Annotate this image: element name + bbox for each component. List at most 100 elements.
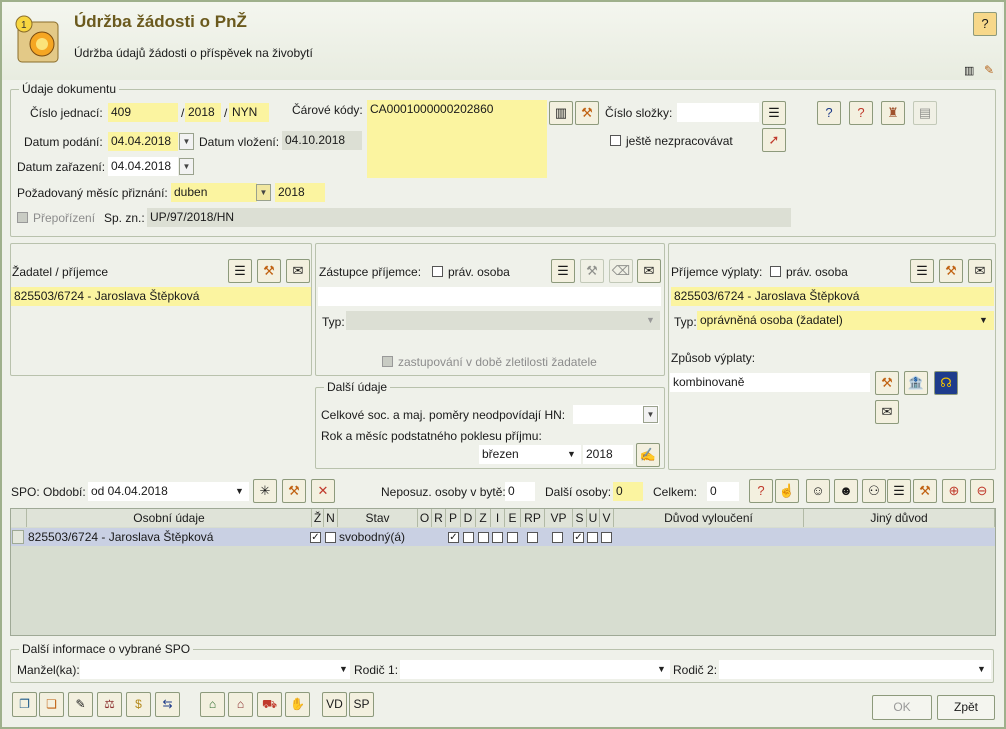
rodic1-dropdown[interactable]: ▼ xyxy=(657,664,666,674)
manzel-select[interactable] xyxy=(80,660,350,679)
table-header-d[interactable]: D xyxy=(461,509,476,527)
folder-number-input[interactable] xyxy=(677,103,759,122)
row-zadatel-checkbox[interactable]: ✓ xyxy=(310,532,321,543)
rodic2-select[interactable] xyxy=(719,660,991,679)
zpusob-vyplaty-field[interactable]: kombinovaně xyxy=(670,373,870,392)
row-p-checkbox[interactable]: ✓ xyxy=(448,532,459,543)
row-v-checkbox[interactable] xyxy=(601,532,612,543)
table-header-vp[interactable]: VP xyxy=(545,509,573,527)
house-money-icon[interactable]: ⌂ xyxy=(200,692,225,717)
zastupce-edit-icon[interactable]: ⚒ xyxy=(580,259,604,283)
info-help-icon[interactable]: ? xyxy=(817,101,841,125)
rodic2-dropdown[interactable]: ▼ xyxy=(977,664,986,674)
mesic-prizani-dropdown[interactable]: ▼ xyxy=(256,184,271,201)
row-z-checkbox[interactable] xyxy=(478,532,489,543)
zadatel-scroll-icon[interactable]: ✉ xyxy=(286,259,310,283)
zadatel-edit-icon[interactable]: ⚒ xyxy=(257,259,281,283)
help-icon[interactable]: ? xyxy=(973,12,997,36)
celkove-dropdown[interactable]: ▼ xyxy=(643,406,658,423)
transfer-icon[interactable]: ⇆ xyxy=(155,692,180,717)
cj-year-field[interactable]: 2018 xyxy=(185,103,221,122)
zadatel-select-icon[interactable]: ☰ xyxy=(228,259,252,283)
prijemce-select-icon[interactable]: ☰ xyxy=(910,259,934,283)
zastupce-select-icon[interactable]: ☰ xyxy=(551,259,575,283)
ok-button[interactable]: OK xyxy=(872,695,932,720)
spo-obdobi-dropdown[interactable]: ▼ xyxy=(235,486,244,496)
datum-podani-field[interactable]: 04.04.2018 xyxy=(108,132,178,151)
prijemce-scroll-icon[interactable]: ✉ xyxy=(968,259,992,283)
stamp-icon[interactable]: ⚖ xyxy=(97,692,122,717)
cj-code-field[interactable]: NYN xyxy=(229,103,269,122)
table-header-osobni[interactable]: Osobní údaje xyxy=(27,509,312,527)
barcode-icon[interactable]: ▥ xyxy=(549,101,573,125)
family-icon[interactable]: ⚇ xyxy=(862,479,886,503)
money-bag-icon[interactable]: $ xyxy=(126,692,151,717)
table-header-jiny[interactable]: Jiný důvod xyxy=(804,509,995,527)
neposuz-field[interactable]: 0 xyxy=(505,482,535,501)
prijemce-field[interactable]: 825503/6724 - Jaroslava Štěpková xyxy=(671,287,994,306)
row-u-checkbox[interactable] xyxy=(587,532,598,543)
dalsi-osoby-field[interactable]: 0 xyxy=(613,482,643,501)
barcode-small-icon[interactable]: ▥ xyxy=(964,64,974,77)
back-button[interactable]: Zpět xyxy=(937,695,995,720)
table-header-z[interactable]: Ž xyxy=(312,509,324,527)
zastupce-typ-dropdown[interactable]: ▼ xyxy=(646,315,655,325)
nezpracovavat-checkbox[interactable] xyxy=(610,135,621,146)
datum-zarazeni-field[interactable]: 04.04.2018 xyxy=(108,157,178,176)
datum-podani-dropdown[interactable]: ▼ xyxy=(179,133,194,150)
table-header-v[interactable]: V xyxy=(600,509,614,527)
row-selector[interactable] xyxy=(12,530,24,544)
row-s-checkbox[interactable]: ✓ xyxy=(573,532,584,543)
zpusob-edit-icon[interactable]: ⚒ xyxy=(875,371,899,395)
spo-help-icon[interactable]: ? xyxy=(749,479,773,503)
cj-number-field[interactable]: 409 xyxy=(108,103,178,122)
prijemce-typ-select[interactable]: oprávněná osoba (žadatel) xyxy=(697,311,994,330)
bank-icon[interactable]: 🏦 xyxy=(904,371,928,395)
prijemce-prav-osoba-checkbox[interactable] xyxy=(770,266,781,277)
remove-row-icon[interactable]: ⊖ xyxy=(970,479,994,503)
row-e-checkbox[interactable] xyxy=(507,532,518,543)
manzel-dropdown[interactable]: ▼ xyxy=(339,664,348,674)
vd-button[interactable]: VD xyxy=(322,692,347,717)
house-icon[interactable]: ⌂ xyxy=(228,692,253,717)
zastupovani-checkbox[interactable] xyxy=(382,356,393,367)
table-header-p[interactable]: P xyxy=(446,509,461,527)
folder-select-icon[interactable]: ☰ xyxy=(762,101,786,125)
person-money-icon[interactable]: ☻ xyxy=(834,479,858,503)
barcode-field[interactable]: CA0001000000202860 xyxy=(367,100,547,178)
copy-icon[interactable]: ❐ xyxy=(12,692,37,717)
sp-button[interactable]: SP xyxy=(349,692,374,717)
row-n-checkbox[interactable] xyxy=(325,532,336,543)
zastupce-scroll-icon[interactable]: ✉ xyxy=(637,259,661,283)
question-icon[interactable]: ? xyxy=(849,101,873,125)
zadatel-field[interactable]: 825503/6724 - Jaroslava Štěpková xyxy=(11,287,311,306)
table-header-duvod[interactable]: Důvod vyloučení xyxy=(614,509,804,527)
row-d-checkbox[interactable] xyxy=(463,532,474,543)
edit-document-icon[interactable]: ✎ xyxy=(68,692,93,717)
zastupce-typ-select[interactable] xyxy=(346,311,660,330)
spo-new-icon[interactable]: ✳ xyxy=(253,479,277,503)
table-header-i[interactable]: I xyxy=(491,509,505,527)
documents-icon[interactable]: ❏ xyxy=(39,692,64,717)
hand-stop-icon[interactable]: ✋ xyxy=(285,692,310,717)
prijemce-edit-icon[interactable]: ⚒ xyxy=(939,259,963,283)
rok-prizani-field[interactable]: 2018 xyxy=(275,183,325,202)
table-header-stav[interactable]: Stav xyxy=(338,509,418,527)
table-header-e[interactable]: E xyxy=(505,509,521,527)
mesic-prizani-select[interactable]: duben xyxy=(171,183,257,202)
table-header-rp[interactable]: RP xyxy=(521,509,545,527)
spo-edit-icon[interactable]: ⚒ xyxy=(282,479,306,503)
prijemce-typ-dropdown[interactable]: ▼ xyxy=(979,315,988,325)
post-horn-icon[interactable]: ☊ xyxy=(934,371,958,395)
person-add-icon[interactable]: ☺ xyxy=(806,479,830,503)
zastupce-field[interactable] xyxy=(318,287,661,306)
spo-hand-icon[interactable]: ☝ xyxy=(775,479,799,503)
row-i-checkbox[interactable] xyxy=(492,532,503,543)
spo-delete-icon[interactable]: ✕ xyxy=(311,479,335,503)
document-icon[interactable]: ▤ xyxy=(913,101,937,125)
table-header-z2[interactable]: Z xyxy=(476,509,491,527)
cursor-action-icon[interactable]: ➚ xyxy=(762,128,786,152)
barcode-edit-icon[interactable]: ⚒ xyxy=(575,101,599,125)
rodic1-select[interactable] xyxy=(400,660,670,679)
table-header-s[interactable]: S xyxy=(573,509,587,527)
